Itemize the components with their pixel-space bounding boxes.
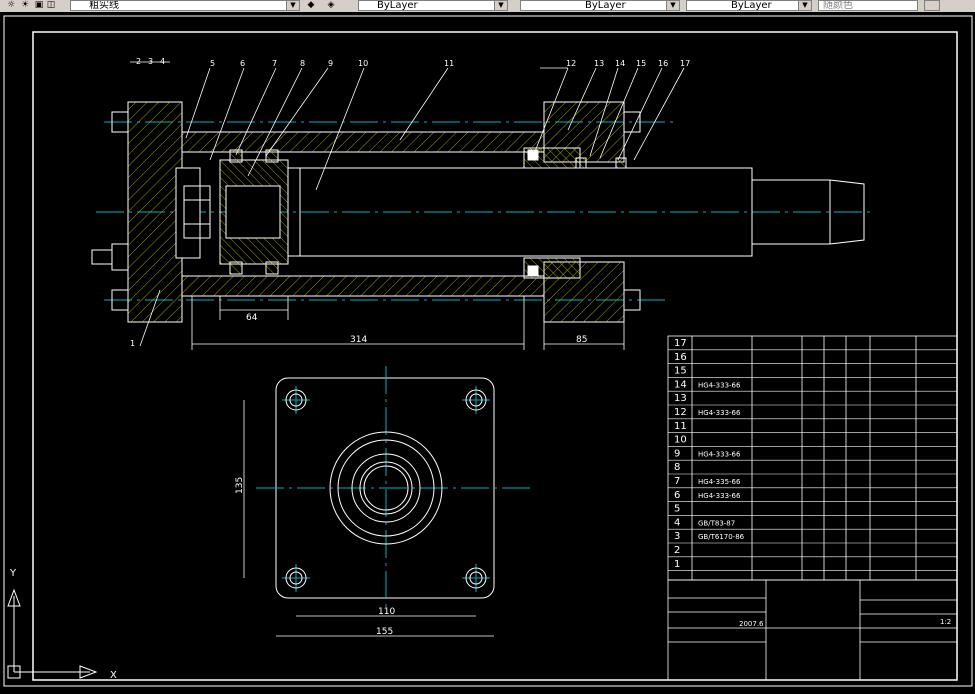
callout-10: 10	[358, 59, 368, 68]
title-block-text: 2007.6 1:2	[739, 618, 951, 628]
bom-row-number: 4	[674, 517, 680, 528]
dim-155: 155	[376, 627, 393, 637]
dim-314: 314	[350, 335, 367, 345]
dim-85: 85	[576, 335, 587, 345]
bom-row-number: 8	[674, 462, 680, 473]
lock-icon[interactable]: ▣	[34, 1, 44, 10]
color-dropdown[interactable]: ByLayer ▼	[358, 0, 508, 11]
callout-15: 15	[636, 59, 646, 68]
linetype-dropdown-value: ByLayer	[585, 0, 626, 11]
bom-row-code: HG4-333-66	[698, 409, 741, 417]
dim-135: 135	[235, 477, 245, 494]
scroll-button[interactable]	[924, 0, 940, 11]
bom-row-number: 10	[674, 435, 687, 446]
chevron-down-icon[interactable]: ▼	[494, 1, 507, 10]
bom-row-number: 3	[674, 531, 680, 542]
callout-4: 4	[160, 57, 165, 66]
sun-icon[interactable]: ☀	[20, 1, 30, 10]
callout-14: 14	[615, 59, 625, 68]
make-current-icon[interactable]: ◆	[306, 1, 316, 10]
callout-11: 11	[444, 59, 454, 68]
callout-13: 13	[594, 59, 604, 68]
bom-row-code: GB/T83-87	[698, 519, 735, 527]
callout-16: 16	[658, 59, 668, 68]
dim-64: 64	[246, 313, 258, 323]
bom-row-code: HG4-335-66	[698, 478, 741, 486]
bom-row-number: 16	[674, 352, 687, 363]
lineweight-dropdown-value: ByLayer	[731, 0, 772, 11]
layer-dropdown[interactable]: 粗实线 ▼	[70, 0, 300, 11]
bom-row-number: 7	[674, 476, 680, 487]
svg-text:X: X	[110, 670, 117, 681]
callout-3: 3	[148, 57, 153, 66]
chevron-down-icon[interactable]: ▼	[286, 1, 299, 10]
callout-12: 12	[566, 59, 576, 68]
bom-rows: 17161514 HG4-333-661312 HG4-333-6611109 HG4…	[668, 338, 957, 571]
bom-row-code: GB/T6170-86	[698, 533, 745, 541]
chevron-down-icon[interactable]: ▼	[798, 1, 811, 10]
lightbulb-icon[interactable]: ☼	[6, 1, 16, 10]
title-date: 2007.6	[739, 620, 764, 628]
layer-previous-icon[interactable]: ◈	[326, 1, 336, 10]
bom-row-number: 5	[674, 504, 680, 515]
end-view-dimensions: 110 155 135	[235, 400, 494, 637]
cad-drawing: 2 3 4 5 6 7 8 9 10 11 12 13 14 15 16 17 …	[3, 15, 973, 687]
cylinder-section-view	[91, 101, 870, 323]
callout-8: 8	[300, 59, 305, 68]
lineweight-dropdown[interactable]: ByLayer ▼	[686, 0, 812, 11]
bom-row-number: 11	[674, 421, 687, 432]
ucs-icon: Y X	[7, 568, 117, 681]
bom-row-number: 12	[674, 407, 687, 418]
title-ratio: 1:2	[940, 618, 951, 626]
dim-110: 110	[378, 607, 395, 617]
bom-row-number: 6	[674, 490, 680, 501]
callout-17: 17	[680, 59, 690, 68]
chevron-down-icon[interactable]: ▼	[666, 1, 679, 10]
color-dropdown-value: ByLayer	[377, 0, 418, 11]
plotstyle-dropdown[interactable]: 随颜色	[818, 0, 918, 11]
bom-row-number: 15	[674, 366, 687, 377]
bom-row-code: HG4-333-66	[698, 381, 741, 389]
bom-row-code: HG4-333-66	[698, 450, 741, 458]
bom-row-code: HG4-333-66	[698, 492, 741, 500]
callout-7: 7	[272, 59, 277, 68]
bom-row-number: 9	[674, 448, 680, 459]
plotstyle-dropdown-value: 随颜色	[823, 0, 853, 11]
linetype-dropdown[interactable]: ByLayer ▼	[520, 0, 680, 11]
svg-text:Y: Y	[9, 568, 17, 579]
callout-2: 2	[136, 57, 141, 66]
bom-row-number: 14	[674, 379, 687, 390]
layer-state-icon[interactable]: ◫	[46, 1, 56, 10]
drawing-canvas[interactable]: 2 3 4 5 6 7 8 9 10 11 12 13 14 15 16 17 …	[0, 12, 975, 690]
callout-1: 1	[130, 339, 135, 348]
callout-6: 6	[240, 59, 245, 68]
title-block	[667, 579, 958, 681]
bom-row-number: 2	[674, 545, 680, 556]
cylinder-end-view	[256, 366, 532, 612]
bom-row-number: 13	[674, 393, 687, 404]
callout-9: 9	[328, 59, 333, 68]
bom-row-number: 17	[674, 338, 687, 349]
layer-dropdown-value: 粗实线	[89, 0, 119, 11]
callout-5: 5	[210, 59, 215, 68]
bom-row-number: 1	[674, 559, 680, 570]
